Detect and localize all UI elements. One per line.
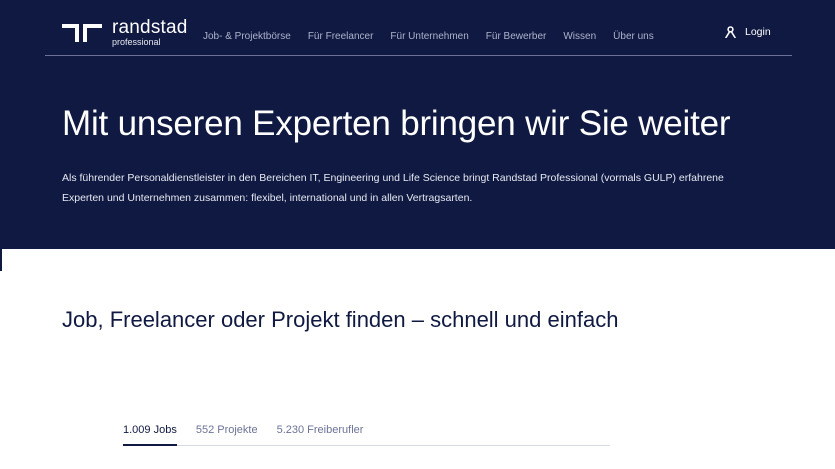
randstad-logo[interactable]: randstad professional	[62, 18, 188, 47]
tab-freiberufler[interactable]: 5.230 Freiberufler	[277, 424, 364, 446]
hero-description: Als führender Personaldienstleister in d…	[62, 172, 724, 204]
hero-title: Mit unseren Experten bringen wir Sie wei…	[62, 104, 731, 143]
logo-subtitle: professional	[112, 37, 161, 47]
user-icon	[725, 26, 736, 38]
nav-item-ueber-uns[interactable]: Über uns	[613, 31, 654, 42]
nav-item-fuer-unternehmen[interactable]: Für Unternehmen	[390, 31, 468, 42]
logo-wordmark: randstad professional	[112, 18, 188, 47]
hero-edge	[0, 249, 2, 271]
randstad-logo-icon	[62, 23, 102, 42]
login-label: Login	[745, 26, 771, 38]
main-nav: Job- & Projektbörse Für Freelancer Für U…	[203, 31, 654, 42]
nav-item-fuer-bewerber[interactable]: Für Bewerber	[486, 31, 547, 42]
search-section-title: Job, Freelancer oder Projekt finden – sc…	[62, 307, 619, 332]
tab-jobs[interactable]: 1.009 Jobs	[123, 424, 177, 446]
header-divider	[45, 55, 792, 56]
nav-item-job-projektboerse[interactable]: Job- & Projektbörse	[203, 31, 291, 42]
nav-item-wissen[interactable]: Wissen	[563, 31, 596, 42]
logo-name: randstad	[112, 17, 188, 38]
nav-item-fuer-freelancer[interactable]: Für Freelancer	[308, 31, 374, 42]
login-button[interactable]: Login	[725, 26, 771, 38]
tab-projekte[interactable]: 552 Projekte	[196, 424, 258, 446]
search-tabs: 1.009 Jobs 552 Projekte 5.230 Freiberufl…	[123, 424, 610, 446]
